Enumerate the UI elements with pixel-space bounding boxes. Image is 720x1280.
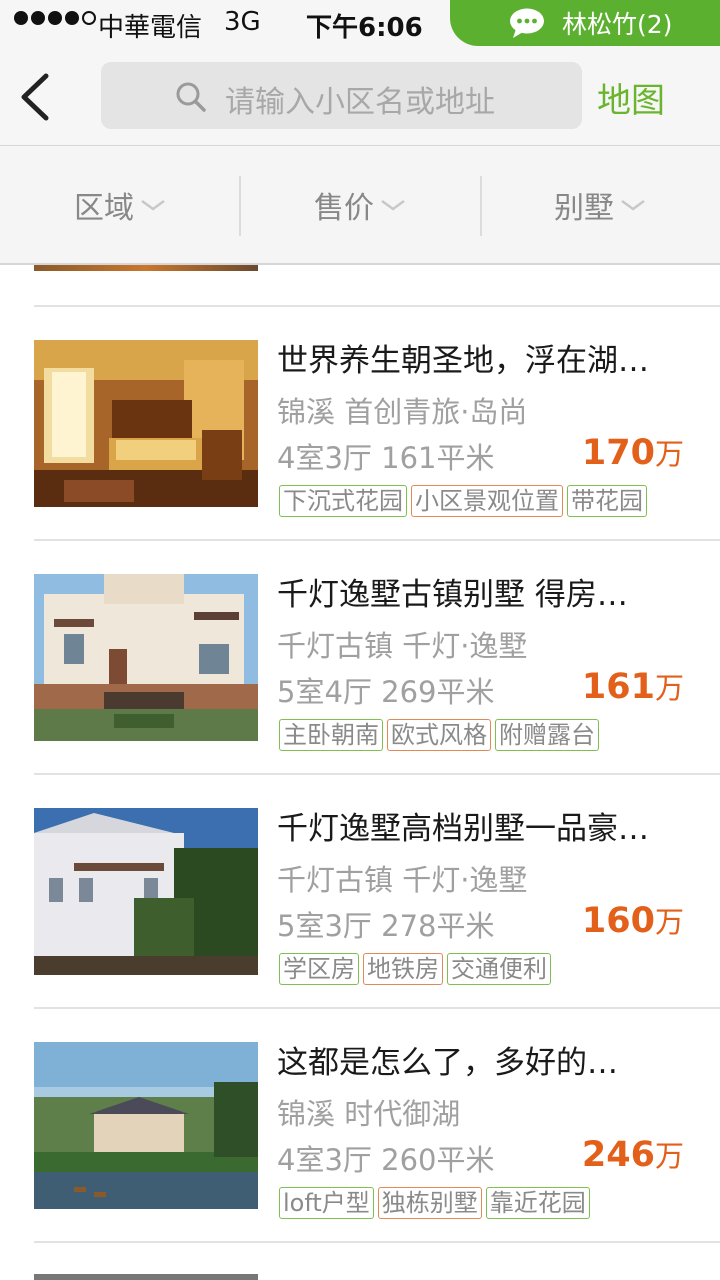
listing-tag: 欧式风格	[387, 719, 491, 751]
listing-item[interactable]: 世界养生朝圣地，浮在湖… 锦溪 首创青旅·岛尚 4室3厅 161平米 170万 …	[0, 307, 720, 541]
listing-location: 锦溪 时代御湖	[277, 1097, 461, 1131]
listing-thumbnail[interactable]	[34, 340, 258, 507]
filter-price[interactable]: 售价	[240, 146, 480, 264]
row-divider	[34, 1241, 720, 1243]
listing-tags: 学区房 地铁房 交通便利	[279, 953, 551, 985]
listing-tag: 附赠露台	[495, 719, 599, 751]
clock: 下午6:06	[306, 13, 423, 43]
listing-thumbnail[interactable]	[34, 574, 258, 741]
price-value: 160	[581, 901, 655, 941]
listing-tags: 下沉式花园 小区景观位置 带花园	[279, 485, 647, 517]
listing-item[interactable]: 千灯逸墅高档别墅一品豪… 千灯古镇 千灯·逸墅 5室3厅 278平米 160万 …	[0, 775, 720, 1009]
filter-price-label: 售价	[314, 191, 374, 226]
chat-bubble-icon	[508, 7, 546, 39]
listing-tag: 主卧朝南	[279, 719, 383, 751]
listing-title: 世界养生朝圣地，浮在湖…	[277, 343, 649, 379]
price-value: 170	[581, 433, 655, 473]
listing-price: 246万	[582, 1133, 684, 1175]
listing-title: 千灯逸墅高档别墅一品豪…	[277, 811, 649, 847]
signal-strength-icon	[14, 11, 96, 25]
listing-thumbnail[interactable]	[34, 808, 258, 975]
listing-price: 160万	[582, 899, 684, 941]
search-input[interactable]: 请输入小区名或地址	[101, 62, 582, 129]
listing-thumbnail-partial[interactable]	[34, 1274, 258, 1280]
listing-spec: 4室3厅 260平米	[277, 1143, 495, 1177]
map-button[interactable]: 地图	[597, 73, 665, 122]
carrier-name: 中華電信	[98, 13, 203, 43]
search-icon	[175, 81, 207, 113]
price-unit: 万	[654, 437, 684, 471]
chevron-down-icon	[621, 199, 645, 211]
status-bar: 中華電信 3G 下午6:06 林松竹(2)	[0, 0, 720, 48]
listing-tag: loft户型	[279, 1187, 374, 1219]
chevron-down-icon	[141, 199, 165, 211]
filter-type[interactable]: 别墅	[480, 146, 720, 264]
listing-spec: 4室3厅 161平米	[277, 441, 495, 475]
listing-thumbnail[interactable]	[34, 1042, 258, 1209]
listing-tag: 独栋别墅	[377, 1187, 482, 1219]
listing-title: 千灯逸墅古镇别墅 得房…	[277, 577, 628, 613]
listing-tag: 交通便利	[447, 953, 551, 985]
listing-tags: 主卧朝南 欧式风格 附赠露台	[279, 719, 599, 751]
chevron-down-icon	[381, 199, 405, 211]
search-placeholder: 请输入小区名或地址	[225, 85, 495, 120]
back-button[interactable]	[12, 66, 62, 126]
listing-tag: 地铁房	[363, 953, 443, 985]
listing-location: 锦溪 首创青旅·岛尚	[277, 395, 528, 429]
price-value: 161	[581, 667, 655, 707]
listing-spec: 5室3厅 278平米	[277, 909, 495, 943]
listing-tag: 学区房	[279, 953, 359, 985]
filter-bar: 区域 售价 别墅	[0, 145, 720, 265]
listing-tag: 小区景观位置	[411, 485, 563, 517]
price-unit: 万	[654, 671, 684, 705]
listing-price: 170万	[582, 431, 684, 473]
listing-list[interactable]: 世界养生朝圣地，浮在湖… 锦溪 首创青旅·岛尚 4室3厅 161平米 170万 …	[0, 265, 720, 1280]
listing-location: 千灯古镇 千灯·逸墅	[277, 863, 528, 897]
listing-item[interactable]: 这都是怎么了，多好的… 锦溪 时代御湖 4室3厅 260平米 246万 loft…	[0, 1009, 720, 1243]
filter-region[interactable]: 区域	[0, 146, 240, 264]
chat-contact-name: 林松竹(2)	[562, 10, 673, 39]
listing-spec: 5室4厅 269平米	[277, 675, 495, 709]
listing-tag: 靠近花园	[485, 1187, 590, 1219]
chevron-left-icon	[21, 73, 49, 121]
filter-region-label: 区域	[74, 191, 134, 226]
price-unit: 万	[654, 905, 684, 939]
listing-tag: 下沉式花园	[279, 485, 407, 517]
listing-tag: 带花园	[567, 485, 647, 517]
listing-location: 千灯古镇 千灯·逸墅	[277, 629, 528, 663]
listing-thumbnail-partial[interactable]	[34, 265, 258, 271]
listing-price: 161万	[582, 665, 684, 707]
nav-header: 请输入小区名或地址 地图	[0, 48, 720, 145]
chat-notification-pill[interactable]: 林松竹(2)	[450, 0, 720, 46]
network-type: 3G	[224, 7, 261, 37]
price-unit: 万	[654, 1139, 684, 1173]
filter-type-label: 别墅	[554, 191, 614, 226]
listing-title: 这都是怎么了，多好的…	[277, 1045, 618, 1081]
listing-tags: loft户型 独栋别墅 靠近花园	[279, 1187, 590, 1219]
listing-item[interactable]: 千灯逸墅古镇别墅 得房… 千灯古镇 千灯·逸墅 5室4厅 269平米 161万 …	[0, 541, 720, 775]
price-value: 246	[581, 1135, 655, 1175]
